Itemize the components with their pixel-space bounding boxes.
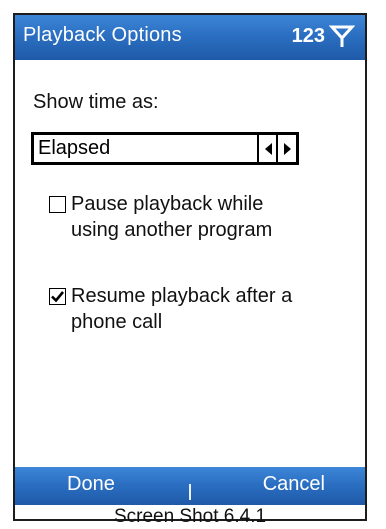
show-time-spinner[interactable]: Elapsed (31, 132, 299, 165)
cancel-button[interactable]: Cancel (263, 473, 325, 496)
window-title: Playback Options (23, 24, 182, 46)
softkey-divider (189, 484, 191, 500)
resume-playback-label: Resume playback after a phone call (71, 285, 293, 333)
spinner-prev-button[interactable] (257, 135, 277, 162)
resume-playback-option[interactable]: Resume playback after a phone call (49, 283, 292, 335)
status-number: 123 (291, 24, 325, 47)
title-bar: Playback Options 123 (15, 15, 365, 60)
softkey-bar: Done Cancel (15, 467, 365, 505)
spinner-next-button[interactable] (276, 135, 296, 162)
done-button[interactable]: Done (67, 473, 115, 496)
show-time-label: Show time as: (33, 91, 159, 113)
screenshot-caption: Screen Shot 6.4.1 (113, 506, 267, 527)
pause-playback-label: Pause playback while using another progr… (71, 193, 273, 241)
device-screen-frame: Playback Options 123 Show time as: Elaps… (13, 13, 367, 527)
checkmark-icon (51, 291, 65, 303)
arrow-right-icon (283, 142, 291, 155)
status-area: 123 (291, 24, 356, 48)
arrow-left-icon (264, 142, 272, 155)
show-time-value: Elapsed (38, 137, 111, 159)
pause-playback-checkbox[interactable] (49, 196, 66, 213)
pause-playback-option[interactable]: Pause playback while using another progr… (49, 191, 272, 243)
antenna-signal-icon (328, 24, 356, 48)
resume-playback-checkbox[interactable] (49, 288, 66, 305)
